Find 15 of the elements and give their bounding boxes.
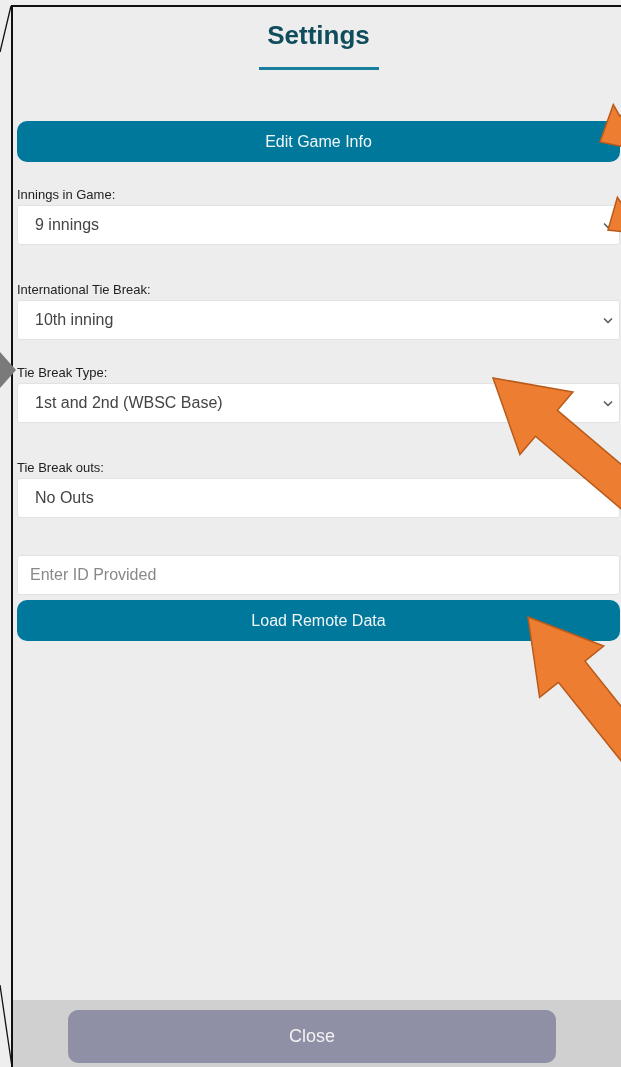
field-label: Tie Break outs: bbox=[17, 460, 105, 476]
chevron-icon bbox=[603, 399, 613, 407]
callout-arrow bbox=[0, 352, 16, 388]
page-title: Settings bbox=[266, 19, 371, 51]
edit-game-info-button[interactable]: Edit Game Info bbox=[17, 121, 620, 162]
dropdown-field[interactable]: 9 innings bbox=[17, 205, 620, 245]
dropdown-field[interactable]: 1st and 2nd (WBSC Base) bbox=[17, 383, 620, 423]
dropdown-field[interactable]: 10th inning bbox=[17, 300, 620, 340]
value-field[interactable]: No Outs bbox=[17, 478, 620, 518]
field-label: Innings in Game: bbox=[17, 187, 117, 203]
load-remote-data-button[interactable]: Load Remote Data bbox=[17, 600, 620, 641]
chevron-icon bbox=[603, 316, 613, 324]
field-label: Tie Break Type: bbox=[17, 365, 109, 381]
field-label: International Tie Break: bbox=[17, 282, 152, 298]
id-input-field[interactable]: Enter ID Provided bbox=[17, 555, 620, 595]
